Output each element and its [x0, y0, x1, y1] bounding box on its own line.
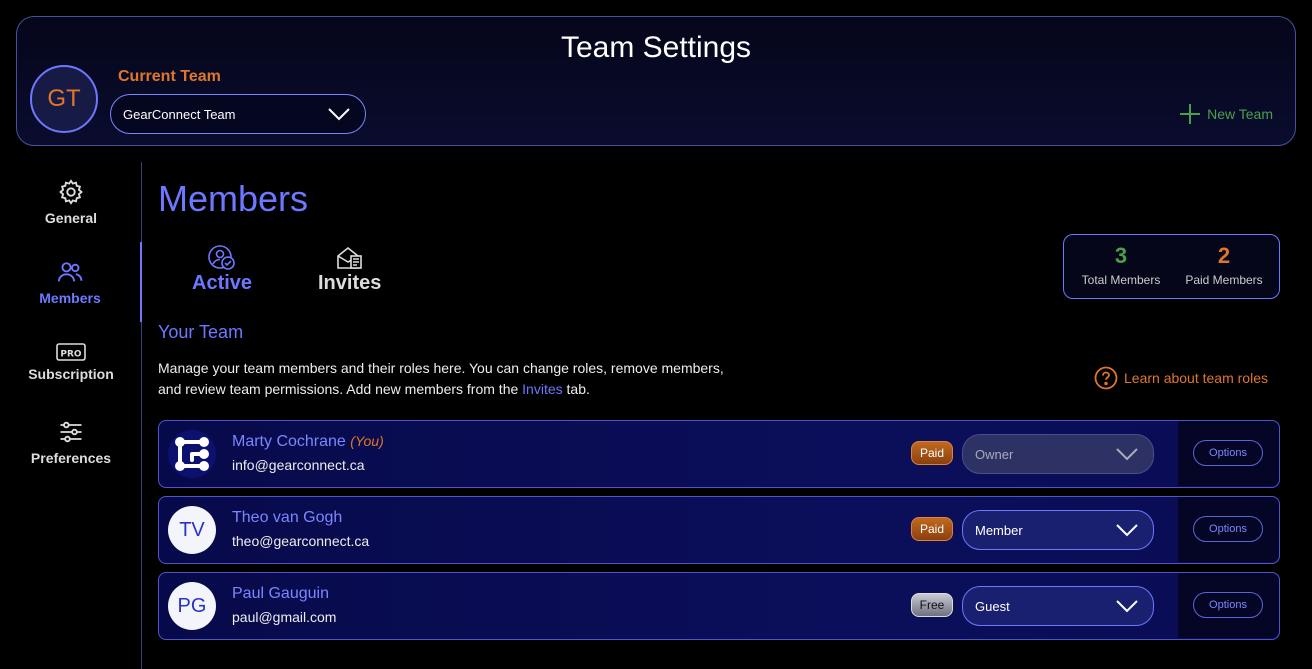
paid-members-label: Paid Members	[1185, 273, 1263, 287]
new-team-button[interactable]: New Team	[1179, 103, 1273, 125]
options-button[interactable]: Options	[1193, 592, 1263, 618]
sidebar-item-label: Subscription	[28, 366, 114, 382]
chevron-down-icon	[1116, 600, 1138, 613]
plan-badge: Paid	[911, 441, 953, 465]
options-column: Options	[1178, 497, 1279, 562]
your-team-heading: Your Team	[158, 322, 244, 342]
member-name-text: Marty Cochrane	[232, 433, 346, 450]
current-team-label: Current Team	[118, 68, 221, 85]
options-column: Options	[1178, 573, 1279, 638]
svg-text:PRO: PRO	[60, 350, 82, 360]
paid-members-stat: 2 Paid Members	[1170, 243, 1278, 287]
section-heading: Members	[158, 178, 309, 219]
plus-icon	[1180, 104, 1201, 124]
invites-link[interactable]: Invites	[522, 381, 562, 397]
team-select-value: GearConnect Team	[123, 106, 236, 122]
options-button[interactable]: Options	[1193, 516, 1263, 542]
plan-badge: Free	[911, 593, 953, 617]
plan-badge: Paid	[911, 517, 953, 541]
chevron-down-icon	[1116, 524, 1138, 537]
paid-members-count: 2	[1217, 243, 1231, 268]
options-column: Options	[1178, 421, 1279, 486]
team-header: Team Settings GT Current Team GearConnec…	[16, 16, 1296, 146]
member-stats-card: 3 Total Members 2 Paid Members	[1063, 234, 1280, 299]
user-check-icon	[208, 245, 235, 270]
team-select[interactable]: GearConnect Team	[110, 94, 366, 134]
chevron-down-icon	[328, 108, 350, 121]
member-name: Theo van Gogh	[232, 509, 343, 526]
sidebar-item-label: Members	[39, 290, 101, 306]
avatar: PG	[168, 582, 216, 630]
member-name: Marty Cochrane (You)	[232, 433, 384, 451]
description-line1: Manage your team members and their roles…	[158, 360, 724, 376]
tab-invites[interactable]: Invites	[318, 244, 381, 295]
role-select-value: Owner	[975, 446, 1014, 462]
pro-icon: PRO	[56, 343, 86, 361]
tab-label: Active	[192, 272, 253, 294]
total-members-label: Total Members	[1081, 273, 1161, 287]
gearconnect-logo-icon	[175, 437, 209, 471]
total-members-stat: 3 Total Members	[1067, 243, 1175, 287]
member-row: TV Theo van Gogh theo@gearconnect.ca Pai…	[158, 496, 1280, 564]
avatar: TV	[168, 506, 216, 554]
member-email: paul@gmail.com	[232, 609, 337, 625]
sliders-icon	[60, 421, 82, 443]
tab-active[interactable]: Active	[192, 244, 252, 295]
sidebar: General Members PRO Subscription Prefere…	[0, 162, 142, 669]
total-members-count: 3	[1114, 243, 1128, 268]
description-line2-post: tab.	[562, 381, 590, 397]
sidebar-item-preferences[interactable]: Preferences	[0, 402, 142, 482]
role-select-value: Member	[975, 522, 1023, 538]
member-row: Marty Cochrane (You) info@gearconnect.ca…	[158, 420, 1280, 488]
role-select[interactable]: Owner	[962, 434, 1154, 474]
learn-team-roles-link[interactable]: Learn about team roles	[1094, 366, 1268, 390]
sidebar-item-label: General	[44, 210, 98, 226]
member-email: info@gearconnect.ca	[232, 457, 365, 473]
sidebar-item-members[interactable]: Members	[0, 242, 142, 322]
page-title: Team Settings	[560, 31, 752, 64]
learn-label: Learn about team roles	[1124, 370, 1268, 386]
sidebar-item-subscription[interactable]: PRO Subscription	[0, 322, 142, 402]
role-select-value: Guest	[975, 598, 1010, 614]
options-button[interactable]: Options	[1193, 440, 1263, 466]
tab-label: Invites	[318, 272, 382, 294]
avatar	[168, 430, 216, 478]
gear-icon	[59, 179, 83, 205]
envelope-icon	[336, 246, 362, 269]
users-icon	[57, 262, 83, 282]
role-select[interactable]: Guest	[962, 586, 1154, 626]
description-line2-pre: and review team permissions. Add new mem…	[158, 381, 523, 397]
member-name: Paul Gauguin	[232, 585, 329, 602]
sidebar-item-general[interactable]: General	[0, 162, 142, 242]
member-email: theo@gearconnect.ca	[232, 533, 370, 549]
team-avatar: GT	[30, 65, 98, 133]
new-team-label: New Team	[1207, 106, 1273, 122]
chevron-down-icon	[1116, 448, 1138, 461]
role-select[interactable]: Member	[962, 510, 1154, 550]
member-row: PG Paul Gauguin paul@gmail.com Free Gues…	[158, 572, 1280, 640]
help-circle-icon	[1094, 366, 1118, 390]
sidebar-item-label: Preferences	[30, 450, 112, 466]
you-label: (You)	[350, 433, 384, 449]
team-description: Manage your team members and their roles…	[158, 358, 758, 400]
